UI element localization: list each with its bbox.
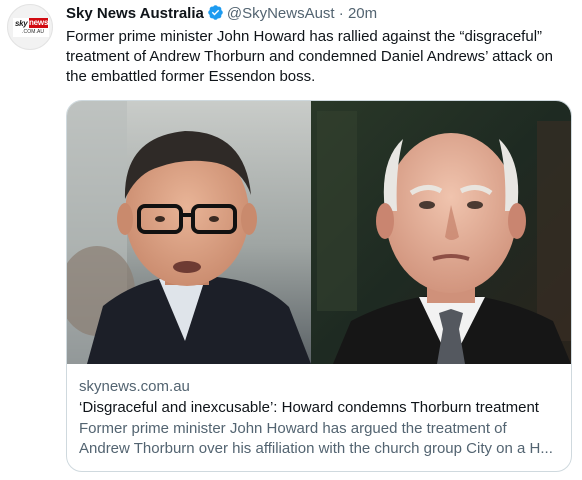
timestamp[interactable]: 20m [348,5,377,22]
tweet[interactable]: sky news .COM.AU Sky News Australia @Sky… [0,0,582,480]
handle[interactable]: @SkyNewsAust [227,5,335,22]
display-name[interactable]: Sky News Australia [66,5,204,22]
verified-badge-icon[interactable] [207,4,224,21]
card-image[interactable] [67,101,571,364]
logo-sky-text: sky [15,19,28,28]
card-domain: skynews.com.au [79,378,190,395]
logo-sub-text: .COM.AU [22,29,45,35]
card-description: Former prime minister John Howard has ar… [79,420,553,457]
tweet-header: Sky News Australia @SkyNewsAust · 20m [66,4,377,26]
separator-dot: · [338,5,344,22]
logo-news-text: news [29,18,49,28]
link-card[interactable]: skynews.com.au ‘Disgraceful and inexcusa… [66,100,572,472]
tweet-text: Former prime minister John Howard has ra… [66,28,553,85]
avatar[interactable]: sky news .COM.AU [7,4,53,50]
sky-news-logo: sky news .COM.AU [13,18,49,37]
card-headline: ‘Disgraceful and inexcusable’: Howard co… [79,399,539,416]
